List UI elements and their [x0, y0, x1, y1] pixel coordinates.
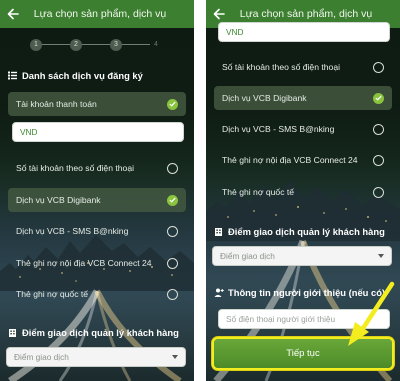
branch-select-placeholder: Điểm giao dịch — [14, 352, 69, 362]
service-label: Dịch vụ VCB Digibank — [222, 93, 307, 103]
continue-button[interactable]: Tiếp tục — [214, 339, 392, 368]
service-row-connect24[interactable]: Thẻ ghi nợ nội địa VCB Connect 24 — [8, 251, 186, 275]
service-row-intl-debit[interactable]: Thẻ ghi nợ quốc tế — [214, 180, 392, 204]
step-connector — [122, 44, 150, 45]
branch-section-label: Điểm giao dịch quản lý khách hàng — [22, 327, 179, 338]
branch-section-title: Điểm giao dịch quản lý khách hàng — [8, 327, 179, 338]
right-screen: Lựa chọn sản phẩm, dịch vụ VND Số tài kh… — [206, 0, 400, 381]
referrer-phone-input[interactable]: Số điện thoại người giới thiệu — [218, 309, 390, 329]
page-title: Lựa chọn sản phẩm, dịch vụ — [239, 8, 373, 20]
list-icon — [8, 71, 17, 80]
service-label: Thẻ ghi nợ quốc tế — [222, 187, 295, 197]
radio-icon — [373, 186, 384, 198]
service-row-payment-account[interactable]: Tài khoản thanh toán — [8, 92, 186, 116]
radio-icon — [373, 154, 384, 166]
radio-icon — [167, 257, 178, 269]
radio-icon — [167, 288, 178, 300]
service-label: Thẻ ghi nợ nội địa VCB Connect 24 — [16, 258, 152, 268]
building-icon — [214, 227, 223, 236]
step-1: 1 — [30, 39, 42, 51]
check-icon — [167, 194, 178, 206]
service-label: Thẻ ghi nợ quốc tế — [16, 289, 89, 299]
app-header: Lựa chọn sản phẩm, dịch vụ — [0, 0, 194, 28]
currency-field[interactable]: VND — [218, 22, 390, 42]
service-label: Thẻ ghi nợ nội địa VCB Connect 24 — [222, 155, 358, 165]
progress-stepper: 1 2 3 4 — [30, 39, 164, 51]
branch-select[interactable]: Điểm giao dịch — [6, 347, 186, 367]
step-3: 3 — [110, 39, 122, 51]
step-4: 4 — [154, 41, 158, 48]
service-row-vcb-digibank[interactable]: Dịch vụ VCB Digibank — [8, 188, 186, 212]
branch-select[interactable]: Điểm giao dịch — [212, 246, 392, 266]
chevron-down-icon — [172, 355, 178, 359]
branch-section-title: Điểm giao dịch quản lý khách hàng — [214, 226, 385, 237]
referrer-section-label: Thông tin người giới thiệu (nếu có) — [228, 287, 386, 298]
service-row-sms-banking[interactable]: Dịch vụ VCB - SMS B@nking — [8, 219, 186, 243]
check-icon — [167, 98, 178, 110]
building-icon — [8, 328, 17, 337]
radio-icon — [373, 123, 384, 135]
chevron-down-icon — [378, 254, 384, 258]
back-arrow-icon[interactable] — [0, 0, 26, 28]
left-screen: Lựa chọn sản phẩm, dịch vụ 1 2 3 4 Danh … — [0, 0, 194, 381]
check-icon — [373, 92, 384, 104]
referrer-section-title: Thông tin người giới thiệu (nếu có) — [214, 287, 385, 298]
services-section-title: Danh sách dịch vụ đăng ký — [8, 70, 143, 81]
radio-icon — [167, 225, 178, 237]
service-label: Dịch vụ VCB Digibank — [16, 195, 101, 205]
branch-select-placeholder: Điểm giao dịch — [220, 251, 275, 261]
step-connector — [82, 44, 110, 45]
service-row-sms-banking[interactable]: Dịch vụ VCB - SMS B@nking — [214, 117, 392, 141]
radio-icon — [167, 162, 178, 174]
add-person-icon — [214, 288, 224, 297]
currency-field[interactable]: VND — [12, 122, 184, 142]
service-row-phone-account[interactable]: Số tài khoản theo số điện thoại — [8, 156, 186, 180]
service-label: Dịch vụ VCB - SMS B@nking — [222, 124, 335, 134]
step-2: 2 — [70, 39, 82, 51]
branch-section-label: Điểm giao dịch quản lý khách hàng — [228, 226, 385, 237]
radio-icon — [373, 61, 384, 73]
page-title: Lựa chọn sản phẩm, dịch vụ — [33, 8, 167, 20]
service-label: Số tài khoản theo số điện thoại — [222, 62, 341, 72]
service-label: Dịch vụ VCB - SMS B@nking — [16, 226, 129, 236]
service-label: Tài khoản thanh toán — [16, 99, 97, 109]
service-row-intl-debit[interactable]: Thẻ ghi nợ quốc tế — [8, 282, 186, 306]
service-row-connect24[interactable]: Thẻ ghi nợ nội địa VCB Connect 24 — [214, 148, 392, 172]
service-row-phone-account[interactable]: Số tài khoản theo số điện thoại — [214, 55, 392, 79]
step-connector — [42, 44, 70, 45]
service-row-vcb-digibank[interactable]: Dịch vụ VCB Digibank — [214, 86, 392, 110]
services-section-label: Danh sách dịch vụ đăng ký — [22, 70, 143, 81]
service-label: Số tài khoản theo số điện thoại — [16, 163, 135, 173]
